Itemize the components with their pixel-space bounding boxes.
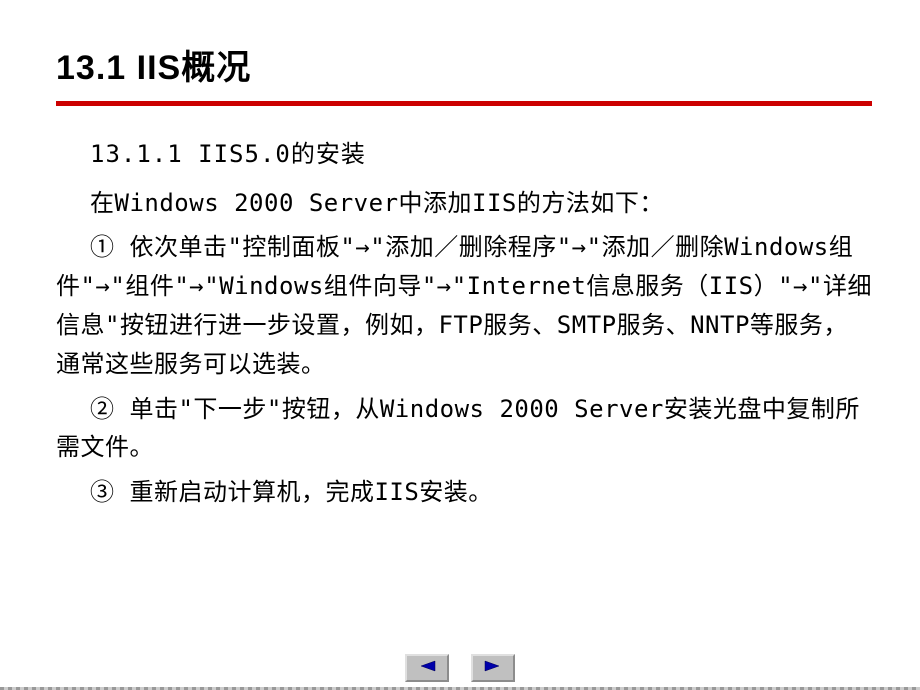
step-2: ② 单击"下一步"按钮，从Windows 2000 Server安装光盘中复制所… xyxy=(56,390,872,468)
section-subtitle: 13.1.1 IIS5.0的安装 xyxy=(90,134,872,169)
slide-container: 13.1 IIS概况 13.1.1 IIS5.0的安装 在Windows 200… xyxy=(0,0,920,690)
step-1: ① 依次单击"控制面板"→"添加／删除程序"→"添加／删除Windows组件"→… xyxy=(56,228,872,384)
intro-text: 在Windows 2000 Server中添加IIS的方法如下： xyxy=(90,183,872,218)
triangle-right-icon xyxy=(483,659,503,678)
slide-title: 13.1 IIS概况 xyxy=(56,40,872,89)
next-button[interactable] xyxy=(471,654,515,682)
step-3: ③ 重新启动计算机，完成IIS安装。 xyxy=(56,473,872,512)
nav-controls xyxy=(405,654,515,682)
triangle-left-icon xyxy=(417,659,437,678)
title-underline xyxy=(56,101,872,106)
prev-button[interactable] xyxy=(405,654,449,682)
